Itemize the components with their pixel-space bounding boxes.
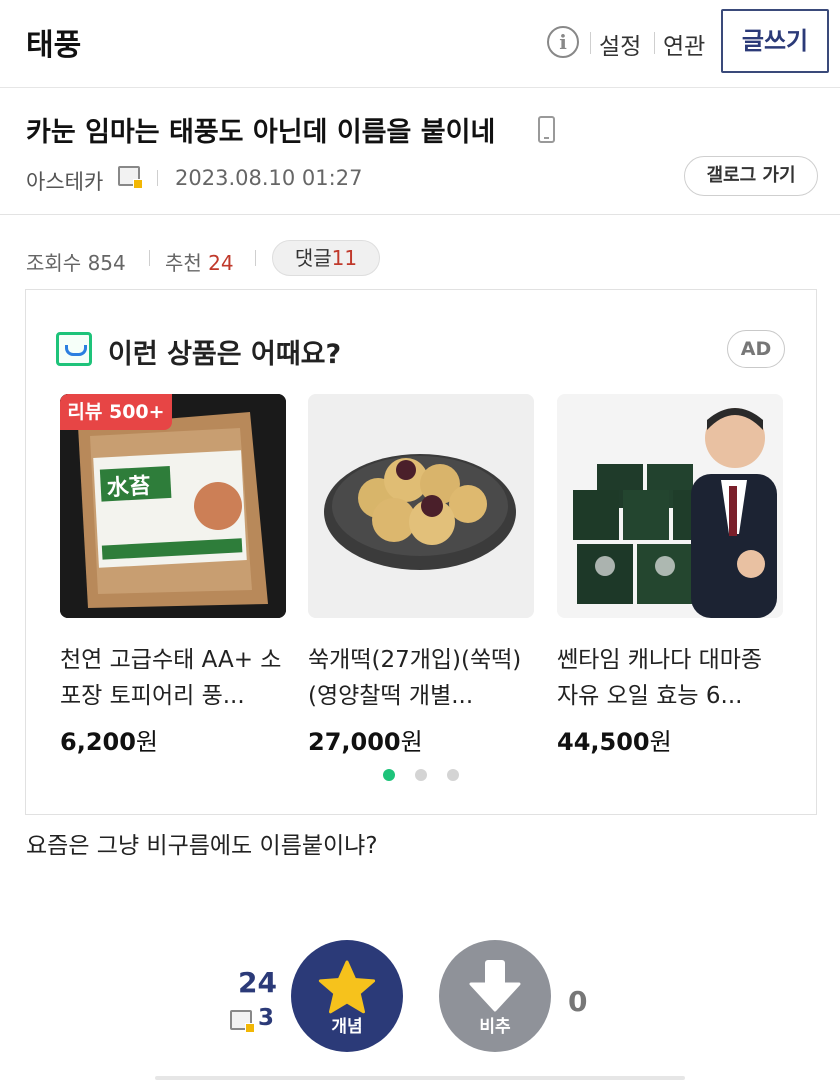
scroll-indicator [155, 1076, 685, 1080]
downvote-count: 0 [568, 985, 588, 1018]
price-unit: 원 [649, 728, 672, 756]
views-value: 854 [87, 251, 126, 275]
gallog-button[interactable]: 갤로그 가기 [684, 156, 818, 196]
post-title: 카눈 임마는 태풍도 아닌데 이름을 붙이네 [26, 117, 496, 148]
recommend-count: 추천 24 [165, 247, 234, 276]
divider [654, 32, 655, 54]
settings-link[interactable]: 설정 [599, 27, 641, 61]
write-button[interactable]: 글쓰기 [721, 9, 829, 73]
divider [255, 250, 256, 266]
price-value: 6,200 [60, 728, 136, 756]
post-author[interactable]: 아스테카 [26, 166, 103, 196]
product-card[interactable]: 쎈타임 캐나다 대마종자유 오일 효능 6... 44,500원 [557, 394, 783, 757]
top-bar: 태풍 i 설정 연관 글쓰기 [0, 0, 840, 88]
product-image-moss[interactable]: 水苔 리뷰 500+ [60, 394, 286, 618]
post-date: 2023.08.10 01:27 [175, 166, 363, 190]
fixed-user-icon [230, 1010, 255, 1033]
rice-cake-image [308, 394, 534, 618]
board-title[interactable]: 태풍 [26, 20, 81, 64]
hemp-oil-image [557, 394, 783, 618]
divider [0, 214, 840, 215]
view-count: 조회수 854 [26, 247, 126, 276]
views-label: 조회수 [26, 251, 82, 275]
product-image-rice-cake[interactable] [308, 394, 534, 618]
mobile-icon [538, 116, 555, 143]
shopping-logo-icon [56, 332, 92, 366]
info-icon[interactable]: i [547, 26, 579, 58]
downvote-button[interactable]: 비추 [439, 940, 551, 1052]
product-price: 6,200원 [60, 722, 286, 757]
divider [149, 250, 150, 266]
divider [590, 32, 591, 54]
recommend-label: 추천 [165, 251, 202, 275]
price-unit: 원 [135, 728, 159, 756]
svg-text:水苔: 水苔 [106, 474, 151, 501]
post-body: 요즘은 그냥 비구름에도 이름붙이냐? [26, 833, 378, 859]
comment-button[interactable]: 댓글11 [272, 240, 380, 276]
fixed-upvote-count: 3 [258, 1005, 275, 1031]
price-value: 27,000 [308, 728, 401, 756]
carousel-dot[interactable] [447, 769, 459, 781]
price-value: 44,500 [557, 728, 650, 756]
price-unit: 원 [400, 728, 423, 756]
carousel-dot-active[interactable] [383, 769, 395, 781]
product-price: 27,000원 [308, 722, 534, 757]
upvote-label: 개념 [331, 1017, 363, 1037]
downvote-label: 비추 [479, 1017, 511, 1037]
product-name[interactable]: 쎈타임 캐나다 대마종자유 오일 효능 6... [557, 642, 783, 714]
review-badge: 리뷰 500+ [60, 394, 172, 430]
ad-badge[interactable]: AD [727, 330, 785, 368]
upvote-count: 24 [238, 966, 277, 999]
product-name[interactable]: 쑥개떡(27개입)(쑥떡)(영양찰떡 개별... [308, 642, 534, 714]
divider [157, 170, 158, 186]
product-name[interactable]: 천연 고급수태 AA+ 소포장 토피어리 풍... [60, 642, 286, 714]
fixed-user-icon [118, 166, 143, 189]
comment-count: 11 [331, 246, 358, 270]
product-image-hemp-oil[interactable] [557, 394, 783, 618]
product-card[interactable]: 水苔 리뷰 500+ 천연 고급수태 AA+ 소포장 토피어리 풍... 6,2… [60, 394, 286, 757]
ad-heading: 이런 상품은 어때요? [108, 339, 342, 370]
related-link[interactable]: 연관 [663, 27, 705, 61]
product-price: 44,500원 [557, 722, 783, 757]
carousel-dot[interactable] [415, 769, 427, 781]
product-card[interactable]: 쑥개떡(27개입)(쑥떡)(영양찰떡 개별... 27,000원 [308, 394, 534, 757]
upvote-button[interactable]: 개념 [291, 940, 403, 1052]
comment-label: 댓글 [294, 246, 332, 270]
recommend-value: 24 [208, 251, 234, 275]
